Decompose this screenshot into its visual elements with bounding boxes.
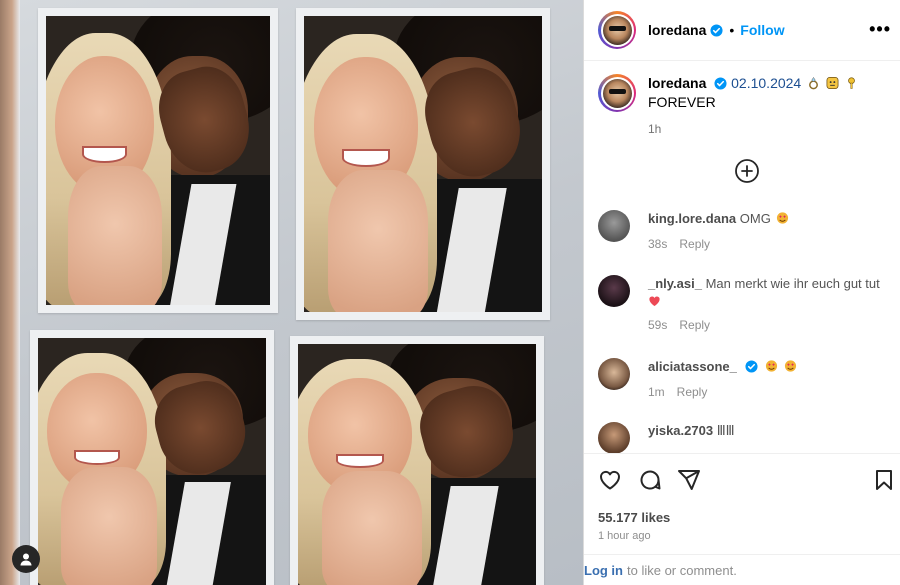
follow-button[interactable]: Follow: [740, 22, 784, 38]
post-time-ago: 1 hour ago: [598, 530, 651, 542]
caption-time: 1h: [648, 122, 662, 136]
photo-strip-edge: [0, 0, 20, 585]
comment-item: _nly.asi_ Man merkt wie ihr euch gut tut…: [598, 275, 888, 334]
post-header: loredana • Follow •••: [584, 0, 900, 61]
heart-eyes-emoji-icon: [777, 212, 789, 224]
comment-text: OMG: [739, 211, 771, 226]
reply-button[interactable]: Reply: [679, 237, 710, 251]
reply-button[interactable]: Reply: [679, 318, 710, 332]
comment-time: 1m: [648, 385, 665, 399]
ring-emoji-icon: [809, 77, 819, 90]
bookmark-icon[interactable]: [872, 468, 896, 492]
comment-item: king.lore.dana OMG 38s Reply: [598, 210, 888, 253]
comment-icon[interactable]: [638, 468, 662, 492]
post-side-panel: loredana • Follow ••• loredana 02.10.202…: [583, 0, 900, 585]
heart-eyes-emoji-icon: [784, 360, 796, 372]
comment-username[interactable]: yiska.2703: [648, 423, 713, 438]
photo-booth-frame: [296, 8, 550, 320]
tagged-people-button[interactable]: [12, 545, 40, 573]
comment-text: ⅢⅢ: [716, 423, 735, 438]
person-icon: [20, 553, 32, 566]
comment-time: 59s: [648, 318, 668, 332]
author-username[interactable]: loredana: [648, 22, 706, 38]
red-heart-emoji-icon: [649, 296, 660, 307]
reply-button[interactable]: Reply: [677, 385, 708, 399]
commenter-avatar[interactable]: [598, 275, 630, 307]
verified-icon: [714, 77, 727, 90]
login-prompt-text: to like or comment.: [627, 563, 737, 578]
separator-dot: •: [729, 22, 735, 38]
heart-eyes-emoji-icon: [766, 360, 778, 372]
comment-item: yiska.2703 ⅢⅢ: [598, 422, 888, 454]
verified-icon: [710, 23, 723, 37]
login-prompt: Log in to like or comment.: [584, 554, 900, 585]
comment-username[interactable]: _nly.asi_: [648, 276, 702, 291]
share-icon[interactable]: [677, 468, 701, 492]
add-circle-icon[interactable]: [734, 158, 760, 184]
photo-booth-frame: [38, 8, 278, 313]
caption-text: FOREVER: [648, 94, 716, 110]
author-avatar[interactable]: [598, 11, 636, 49]
caption-date: 02.10.2024: [731, 75, 802, 91]
login-link[interactable]: Log in: [584, 563, 623, 578]
commenter-avatar[interactable]: [598, 358, 630, 390]
commenter-avatar[interactable]: [598, 210, 630, 242]
caption-username[interactable]: loredana: [648, 75, 706, 91]
comment-username[interactable]: king.lore.dana: [648, 211, 736, 226]
caption-avatar[interactable]: [598, 74, 636, 112]
heart-icon[interactable]: [598, 468, 622, 492]
post-caption: loredana 02.10.2024 FOREVER 1h: [598, 74, 888, 139]
post-photo[interactable]: [0, 0, 583, 585]
comment-text: Man merkt wie ihr euch gut tut: [705, 276, 880, 291]
comment-username[interactable]: aliciatassone_: [648, 359, 737, 374]
more-options-icon[interactable]: •••: [869, 20, 891, 38]
comment-item: aliciatassone_ 1m Reply: [598, 358, 888, 401]
likes-count[interactable]: 55.177 likes: [598, 510, 670, 525]
commenter-avatar[interactable]: [598, 422, 630, 454]
key-emoji-icon: [848, 77, 855, 89]
photo-booth-frame: [30, 330, 274, 585]
comment-time: 38s: [648, 237, 668, 251]
photo-booth-frame: [290, 336, 544, 585]
face-emoji-icon: [826, 77, 839, 89]
post-actions-bar: 55.177 likes 1 hour ago Log in to like o…: [584, 453, 900, 585]
verified-icon: [744, 360, 758, 373]
